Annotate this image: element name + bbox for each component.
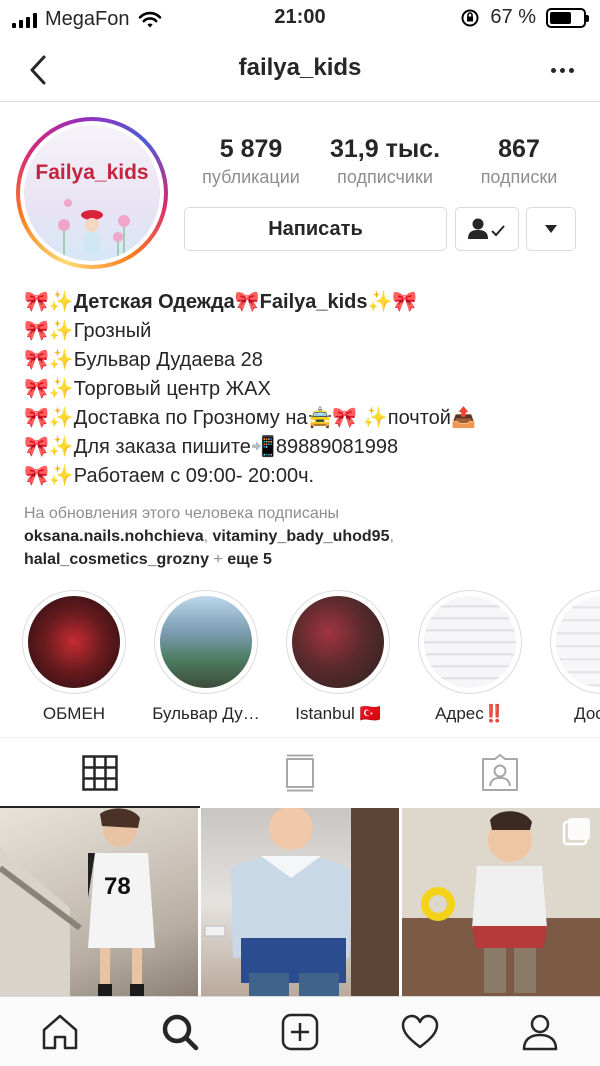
caret-down-icon bbox=[545, 225, 557, 233]
stat-followers[interactable]: 31,9 тыс. подписчики bbox=[320, 135, 450, 188]
following-button[interactable] bbox=[455, 207, 519, 251]
stat-following[interactable]: 867 подписки bbox=[454, 135, 584, 188]
stat-value: 5 879 bbox=[219, 135, 283, 163]
nav-home[interactable] bbox=[0, 997, 120, 1066]
highlight-ring bbox=[154, 590, 258, 694]
home-icon bbox=[42, 1014, 78, 1049]
suggestions-dropdown-button[interactable] bbox=[526, 207, 576, 251]
highlight-label: ОБМЕН bbox=[42, 704, 106, 723]
profile-username: failya_kids bbox=[238, 54, 362, 81]
bio-line: 🎀✨Бульвар Дудаева 28 bbox=[24, 349, 263, 371]
highlight-item[interactable]: Istanbul 🇹🇷 bbox=[278, 590, 398, 724]
status-bar: MegaFon 21:00 67 % bbox=[0, 0, 600, 40]
avatar-illustration bbox=[58, 199, 130, 257]
highlight-ring bbox=[286, 590, 390, 694]
highlight-ring bbox=[550, 590, 600, 694]
stat-value: 31,9 тыс. bbox=[329, 135, 441, 163]
profile-tabs bbox=[0, 737, 600, 807]
status-right: 67 % bbox=[460, 6, 589, 29]
profile-header: failya_kids bbox=[0, 40, 600, 102]
bottom-navigation bbox=[0, 996, 600, 1066]
avatar-frame: Failya_kids bbox=[20, 121, 164, 265]
highlight-label: Адрес‼️ bbox=[435, 704, 505, 723]
nav-search[interactable] bbox=[120, 997, 240, 1066]
post-image bbox=[204, 808, 399, 998]
highlight-cover bbox=[28, 596, 120, 688]
post-thumbnail[interactable]: 78 bbox=[0, 808, 198, 998]
stat-label: публикации bbox=[202, 167, 300, 187]
posts-grid: 78 bbox=[0, 808, 600, 998]
followed-by-intro: На обновления этого человека подписаны bbox=[24, 505, 340, 522]
bio-name: 🎀✨Детская Одежда🎀Failya_kids✨🎀 bbox=[24, 291, 418, 313]
add-icon bbox=[281, 1013, 319, 1050]
tab-grid[interactable] bbox=[0, 738, 200, 807]
highlight-item[interactable]: Адрес‼️ bbox=[410, 590, 530, 724]
tab-tagged[interactable] bbox=[400, 738, 600, 807]
nav-profile[interactable] bbox=[480, 997, 600, 1066]
orientation-lock-icon bbox=[461, 9, 479, 26]
svg-text:78: 78 bbox=[104, 873, 131, 900]
heart-icon bbox=[401, 1014, 439, 1048]
highlight-cover bbox=[292, 596, 384, 688]
search-icon bbox=[162, 1014, 199, 1050]
highlight-cover bbox=[424, 596, 516, 688]
battery-percent: 67 % bbox=[490, 6, 536, 28]
story-highlights: ОБМЕН Бульвар Ду… Istanbul 🇹🇷 Адрес‼️ До… bbox=[0, 590, 600, 730]
bio-line: 🎀✨Торговый центр ЖАХ bbox=[24, 378, 271, 400]
avatar: Failya_kids bbox=[24, 125, 160, 261]
bio-phone-line[interactable]: 🎀✨Для заказа пишите📲89889081998 bbox=[24, 433, 584, 462]
separator: , bbox=[203, 528, 213, 545]
avatar-story-ring[interactable]: Failya_kids bbox=[16, 117, 168, 269]
highlight-item[interactable]: Бульвар Ду… bbox=[146, 590, 266, 724]
post-image: 78 bbox=[0, 808, 155, 998]
nav-add-post[interactable] bbox=[240, 997, 360, 1066]
bio-line: 🎀✨Работаем с 09:00- 20:00ч. bbox=[24, 465, 315, 487]
highlight-ring bbox=[22, 590, 126, 694]
highlight-label: Бульвар Ду… bbox=[152, 704, 260, 723]
profile-icon bbox=[522, 1014, 558, 1050]
plus-separator: + bbox=[208, 551, 228, 568]
highlight-cover bbox=[160, 596, 252, 688]
profile-actions: Написать bbox=[184, 207, 576, 251]
more-dot bbox=[550, 67, 556, 73]
stat-value: 867 bbox=[498, 135, 540, 163]
highlight-label: Достав bbox=[574, 704, 600, 723]
highlight-ring bbox=[418, 590, 522, 694]
stat-posts[interactable]: 5 879 публикации bbox=[186, 135, 316, 188]
post-thumbnail[interactable] bbox=[201, 808, 399, 998]
person-check-icon bbox=[468, 218, 505, 239]
stat-label: подписки bbox=[480, 167, 558, 187]
feed-icon bbox=[286, 754, 314, 791]
followed-by-user[interactable]: oksana.nails.nohchieva bbox=[24, 528, 204, 545]
followed-by-user[interactable]: vitaminy_bady_uhod95 bbox=[213, 528, 390, 545]
followed-by-user[interactable]: halal_cosmetics_grozny bbox=[24, 551, 209, 568]
tab-feed[interactable] bbox=[200, 738, 400, 807]
bio-line: 🎀✨Доставка по Грозному на🚖🎀 ✨почтой📤 bbox=[24, 407, 476, 429]
tagged-icon bbox=[482, 753, 518, 791]
profile-bio: 🎀✨Детская Одежда🎀Failya_kids✨🎀 🎀✨Грозный… bbox=[24, 288, 584, 491]
highlight-cover bbox=[556, 596, 600, 688]
stat-label: подписчики bbox=[337, 167, 433, 187]
more-options-button[interactable] bbox=[542, 52, 582, 88]
message-button[interactable]: Написать bbox=[184, 207, 447, 251]
highlight-label: Istanbul 🇹🇷 bbox=[295, 704, 381, 723]
profile-stats: 5 879 публикации 31,9 тыс. подписчики 86… bbox=[186, 135, 584, 188]
grid-icon bbox=[82, 754, 118, 791]
bio-line: 🎀✨Грозный bbox=[24, 320, 152, 342]
battery-icon bbox=[546, 7, 589, 28]
separator: , bbox=[389, 528, 394, 545]
highlight-item[interactable]: Достав bbox=[542, 590, 600, 724]
followed-by[interactable]: На обновления этого человека подписаны o… bbox=[24, 502, 584, 571]
post-thumbnail[interactable] bbox=[402, 808, 600, 998]
post-image bbox=[402, 808, 600, 998]
more-dot bbox=[568, 67, 574, 73]
more-dot bbox=[559, 67, 565, 73]
highlight-item[interactable]: ОБМЕН bbox=[14, 590, 134, 724]
followed-by-more[interactable]: еще 5 bbox=[227, 551, 272, 568]
nav-activity[interactable] bbox=[360, 997, 480, 1066]
